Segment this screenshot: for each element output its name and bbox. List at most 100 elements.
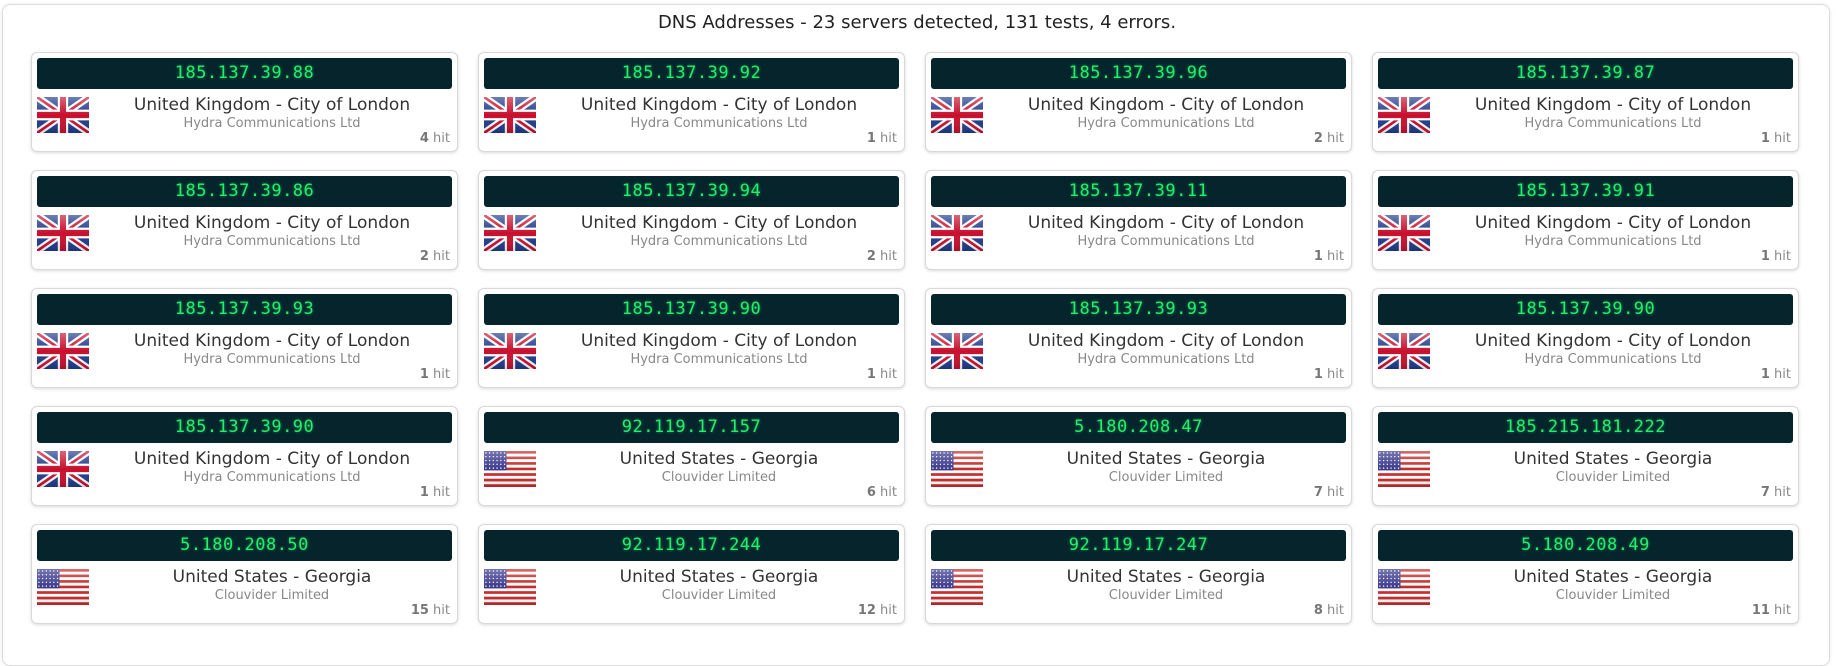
hit-count: 1 hit — [420, 485, 450, 500]
uk-flag-icon — [37, 97, 89, 133]
server-grid: 185.137.39.88 United Kingdom - City of L… — [31, 52, 1801, 624]
hit-count: 7 hit — [1761, 485, 1791, 500]
isp-label: Clouvider Limited — [214, 588, 330, 603]
hit-label: hit — [433, 603, 450, 618]
hit-count: 1 hit — [1314, 249, 1344, 264]
uk-flag-icon — [1378, 215, 1430, 251]
location-label: United Kingdom - City of London — [580, 331, 858, 351]
ip-address: 92.119.17.157 — [484, 412, 899, 443]
hit-label: hit — [880, 131, 897, 146]
hit-label: hit — [433, 485, 450, 500]
ip-address: 185.137.39.86 — [37, 176, 452, 207]
location-label: United States - Georgia — [172, 567, 372, 587]
us-flag-icon — [484, 451, 536, 487]
server-card: 185.137.39.90 United Kingdom - City of L… — [478, 288, 905, 388]
isp-label: Clouvider Limited — [1108, 588, 1224, 603]
hit-count: 1 hit — [1761, 249, 1791, 264]
hit-number: 2 — [866, 249, 876, 264]
hit-number: 1 — [419, 367, 429, 382]
isp-label: Hydra Communications Ltd — [1524, 352, 1702, 367]
isp-label: Hydra Communications Ltd — [183, 234, 361, 249]
hit-label: hit — [1327, 603, 1344, 618]
hit-count: 1 hit — [420, 367, 450, 382]
hit-label: hit — [1774, 603, 1791, 618]
server-card: 185.137.39.93 United Kingdom - City of L… — [925, 288, 1352, 388]
ip-address: 185.137.39.88 — [37, 58, 452, 89]
hit-number: 1 — [1313, 249, 1323, 264]
server-card: 185.215.181.222 United States - Georgia … — [1372, 406, 1799, 506]
hit-number: 4 — [419, 131, 429, 146]
ip-address: 185.137.39.93 — [931, 294, 1346, 325]
location-label: United Kingdom - City of London — [1027, 95, 1305, 115]
location-label: United Kingdom - City of London — [133, 331, 411, 351]
isp-label: Clouvider Limited — [1555, 470, 1671, 485]
hit-label: hit — [1327, 485, 1344, 500]
server-card: 185.137.39.87 United Kingdom - City of L… — [1372, 52, 1799, 152]
hit-count: 1 hit — [867, 131, 897, 146]
hit-count: 1 hit — [1761, 367, 1791, 382]
hit-count: 11 hit — [1752, 603, 1791, 618]
hit-label: hit — [1774, 367, 1791, 382]
server-card: 185.137.39.86 United Kingdom - City of L… — [31, 170, 458, 270]
hit-label: hit — [433, 367, 450, 382]
hit-count: 2 hit — [420, 249, 450, 264]
hit-number: 15 — [410, 603, 429, 618]
uk-flag-icon — [931, 333, 983, 369]
isp-label: Hydra Communications Ltd — [1077, 234, 1255, 249]
location-label: United Kingdom - City of London — [1474, 331, 1752, 351]
location-label: United States - Georgia — [1513, 567, 1713, 587]
isp-label: Clouvider Limited — [661, 588, 777, 603]
uk-flag-icon — [1378, 333, 1430, 369]
hit-label: hit — [880, 603, 897, 618]
hit-count: 8 hit — [1314, 603, 1344, 618]
us-flag-icon — [37, 569, 89, 605]
uk-flag-icon — [484, 333, 536, 369]
hit-count: 1 hit — [867, 367, 897, 382]
hit-count: 15 hit — [411, 603, 450, 618]
location-label: United Kingdom - City of London — [1027, 213, 1305, 233]
uk-flag-icon — [37, 215, 89, 251]
server-card: 5.180.208.49 United States - Georgia Clo… — [1372, 524, 1799, 624]
ip-address: 185.137.39.11 — [931, 176, 1346, 207]
us-flag-icon — [1378, 451, 1430, 487]
server-card: 185.137.39.90 United Kingdom - City of L… — [1372, 288, 1799, 388]
hit-number: 2 — [1313, 131, 1323, 146]
server-card: 185.137.39.94 United Kingdom - City of L… — [478, 170, 905, 270]
location-label: United States - Georgia — [619, 449, 819, 469]
server-card: 185.137.39.90 United Kingdom - City of L… — [31, 406, 458, 506]
hit-count: 12 hit — [858, 603, 897, 618]
ip-address: 185.137.39.94 — [484, 176, 899, 207]
hit-label: hit — [1774, 131, 1791, 146]
hit-number: 11 — [1751, 603, 1770, 618]
hit-label: hit — [1774, 249, 1791, 264]
location-label: United Kingdom - City of London — [1474, 213, 1752, 233]
isp-label: Hydra Communications Ltd — [1077, 116, 1255, 131]
hit-label: hit — [880, 367, 897, 382]
hit-label: hit — [1774, 485, 1791, 500]
us-flag-icon — [484, 569, 536, 605]
hit-number: 1 — [866, 367, 876, 382]
server-card: 5.180.208.50 United States - Georgia Clo… — [31, 524, 458, 624]
ip-address: 185.137.39.90 — [1378, 294, 1793, 325]
hit-number: 1 — [419, 485, 429, 500]
hit-number: 1 — [1760, 249, 1770, 264]
isp-label: Hydra Communications Ltd — [1077, 352, 1255, 367]
hit-count: 1 hit — [1314, 367, 1344, 382]
hit-label: hit — [433, 131, 450, 146]
isp-label: Clouvider Limited — [1108, 470, 1224, 485]
hit-number: 1 — [1313, 367, 1323, 382]
hit-count: 6 hit — [867, 485, 897, 500]
ip-address: 185.137.39.90 — [37, 412, 452, 443]
isp-label: Hydra Communications Ltd — [183, 470, 361, 485]
hit-number: 8 — [1313, 603, 1323, 618]
server-card: 185.137.39.93 United Kingdom - City of L… — [31, 288, 458, 388]
hit-number: 1 — [1760, 131, 1770, 146]
location-label: United Kingdom - City of London — [133, 95, 411, 115]
ip-address: 185.137.39.92 — [484, 58, 899, 89]
hit-label: hit — [1327, 249, 1344, 264]
hit-number: 1 — [1760, 367, 1770, 382]
location-label: United States - Georgia — [619, 567, 819, 587]
isp-label: Hydra Communications Ltd — [1524, 116, 1702, 131]
location-label: United Kingdom - City of London — [133, 449, 411, 469]
ip-address: 185.215.181.222 — [1378, 412, 1793, 443]
